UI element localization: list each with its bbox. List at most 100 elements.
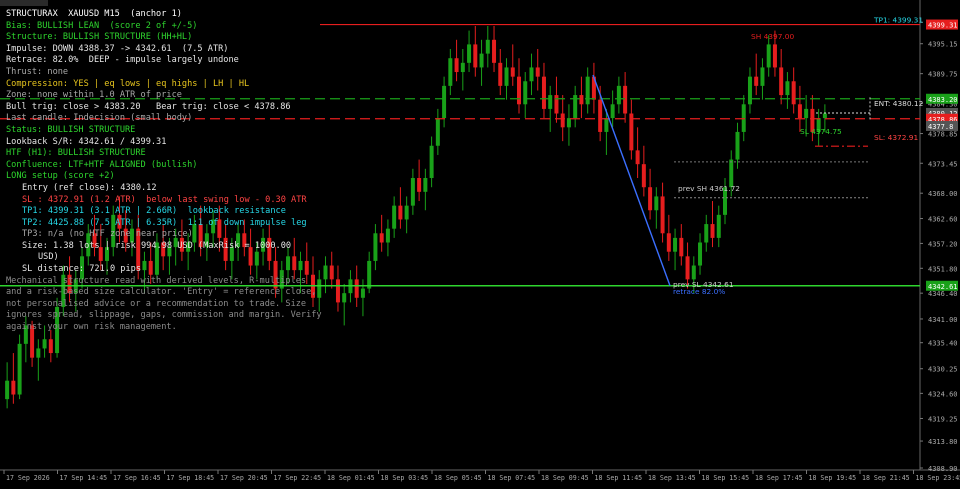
x-tick-label: 18 Sep 21:45: [862, 474, 910, 482]
candle-body: [604, 118, 608, 132]
panel-line: Impulse: DOWN 4388.37 -> 4342.61 (7.5 AT…: [6, 44, 336, 56]
candle-body: [754, 77, 758, 86]
candle-body: [361, 289, 365, 298]
swing-high-label: SH 4397.00: [751, 32, 794, 41]
swing-low-label: SL 4374.75: [800, 127, 842, 136]
y-tick-label: 4389.75: [928, 71, 958, 79]
candle-body: [442, 86, 446, 118]
x-tick-label: 18 Sep 01:45: [327, 474, 375, 482]
candle-body: [505, 67, 509, 85]
candle-body: [36, 348, 40, 357]
candle-body: [411, 178, 415, 206]
y-tick-label: 4313.80: [928, 438, 958, 446]
y-tick-label: 4346.40: [928, 290, 958, 298]
price-tag-label: 4342.61: [928, 283, 958, 291]
panel-line: SL : 4372.91 (1.2 ATR) below last swing …: [6, 195, 336, 207]
info-panel: STRUCTURAX XAUUSD M15 (anchor 1)Bias: BU…: [6, 9, 336, 334]
candle-body: [748, 77, 752, 105]
y-tick-label: 4330.25: [928, 366, 958, 374]
y-tick-label: 4351.80: [928, 265, 958, 273]
candle-body: [617, 86, 621, 104]
x-tick-label: 18 Sep 17:45: [755, 474, 803, 482]
candle-body: [661, 196, 665, 233]
x-tick-label: 18 Sep 15:45: [702, 474, 750, 482]
panel-line: Thrust: none: [6, 67, 336, 79]
candle-body: [773, 44, 777, 67]
candle-body: [455, 58, 459, 72]
tp1-label: TP1: 4399.31: [873, 16, 923, 25]
y-tick-label: 4368.00: [928, 190, 958, 198]
candle-body: [679, 238, 683, 256]
candle-body: [554, 95, 558, 113]
y-tick-label: 4335.40: [928, 340, 958, 348]
candle-body: [529, 67, 533, 81]
candle-body: [785, 81, 789, 95]
y-tick-label: 4373.45: [928, 160, 958, 168]
panel-line: Last candle: Indecision (small body): [6, 113, 336, 125]
candle-body: [498, 63, 502, 86]
sl-label: SL: 4372.91: [874, 133, 919, 142]
candle-body: [667, 233, 671, 251]
candle-body: [517, 77, 521, 105]
candle-body: [473, 44, 477, 67]
x-tick-label: 18 Sep 13:45: [648, 474, 696, 482]
disclaimer-note: Mechanical structure read with derived l…: [6, 276, 324, 334]
candle-body: [823, 114, 827, 119]
candle-body: [405, 206, 409, 220]
candle-body: [11, 381, 15, 395]
panel-line: STRUCTURAX XAUUSD M15 (anchor 1): [6, 9, 336, 21]
panel-line: USD): [6, 252, 336, 264]
candle-body: [436, 118, 440, 146]
panel-line: Lookback S/R: 4342.61 / 4399.31: [6, 137, 336, 149]
y-tick-label: 4308.90: [928, 465, 958, 473]
candle-body: [392, 206, 396, 229]
x-tick-label: 18 Sep 05:45: [434, 474, 482, 482]
candle-body: [336, 279, 340, 302]
price-tag-label: 4399.31: [928, 22, 958, 30]
candle-body: [673, 238, 677, 252]
candle-body: [798, 104, 802, 118]
prev-sh-label: prev SH 4361.72: [678, 184, 740, 193]
x-tick-label: 18 Sep 07:45: [488, 474, 536, 482]
candle-body: [642, 164, 646, 187]
candle-body: [542, 77, 546, 109]
candle-body: [567, 118, 571, 127]
candle-body: [467, 44, 471, 62]
panel-line: SL distance: 721.0 pips: [6, 264, 336, 276]
candle-body: [486, 40, 490, 54]
candle-body: [742, 104, 746, 132]
panel-line: Compression: YES | eq lows | eq highs | …: [6, 79, 336, 91]
price-tag-label: 4377.8: [928, 123, 953, 131]
panel-line: Bull trig: close > 4383.20 Bear trig: cl…: [6, 102, 336, 114]
candle-body: [654, 196, 658, 210]
panel-line: Status: BULLISH STRUCTURE: [6, 125, 336, 137]
x-tick-label: 17 Sep 2026: [6, 474, 50, 482]
x-tick-label: 18 Sep 19:45: [809, 474, 857, 482]
candle-body: [492, 40, 496, 63]
candle-body: [43, 339, 47, 348]
candle-body: [717, 215, 721, 238]
panel-line: LONG setup (score +2): [6, 171, 336, 183]
x-tick-label: 17 Sep 18:45: [167, 474, 215, 482]
candle-body: [398, 206, 402, 220]
y-tick-label: 4357.20: [928, 240, 958, 248]
panel-line: Zone: none within 1.0 ATR of price: [6, 90, 336, 102]
candle-body: [561, 114, 565, 128]
candle-body: [373, 233, 377, 261]
y-tick-label: 4378.85: [928, 131, 958, 139]
candle-body: [686, 256, 690, 279]
candle-body: [448, 58, 452, 86]
panel-line: HTF (H1): BULLISH STRUCTURE: [6, 148, 336, 160]
candle-body: [711, 224, 715, 238]
candle-body: [417, 178, 421, 192]
candle-body: [18, 344, 22, 395]
x-tick-label: 17 Sep 22:45: [274, 474, 322, 482]
candle-body: [779, 67, 783, 95]
candle-body: [49, 339, 53, 353]
window-tab[interactable]: [0, 0, 48, 6]
panel-line: Entry (ref close): 4380.12: [6, 183, 336, 195]
candle-body: [511, 67, 515, 76]
panel-line: Retrace: 82.0% DEEP - impulse largely un…: [6, 55, 336, 67]
candle-body: [5, 381, 9, 399]
panel-line: TP1: 4399.31 (3.1 ATR | 2.66R) lookback …: [6, 206, 336, 218]
